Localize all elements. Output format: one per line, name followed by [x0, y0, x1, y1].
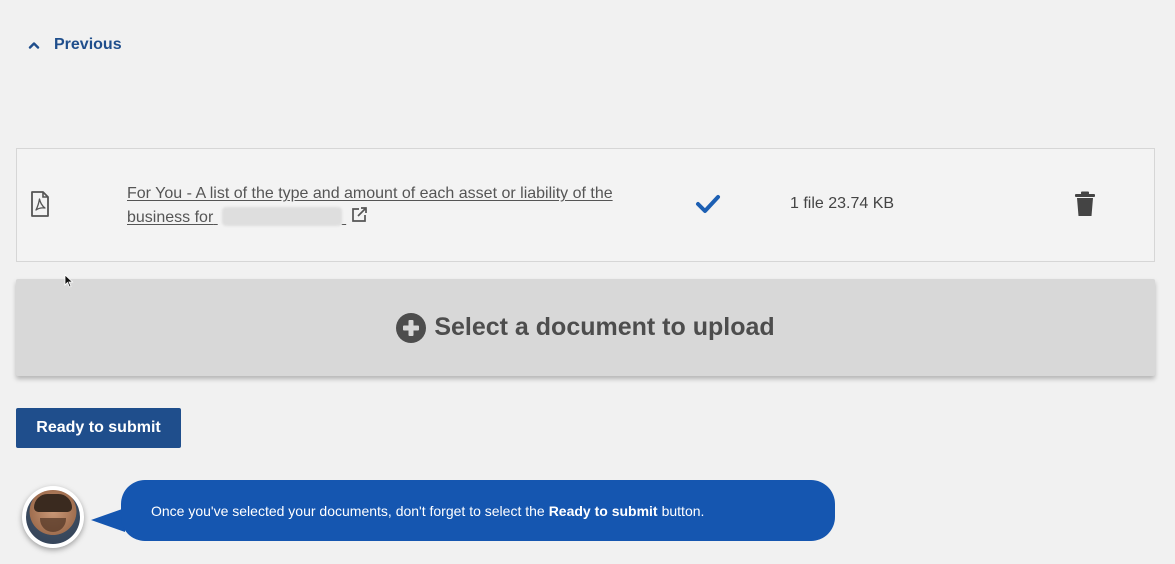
assistant-message-bubble: Once you've selected your documents, don…: [121, 480, 835, 541]
document-link-text: For You - A list of the type and amount …: [127, 185, 613, 226]
pdf-file-icon: [30, 191, 50, 222]
chevron-up-icon: [26, 37, 42, 53]
previous-label: Previous: [54, 36, 122, 53]
redacted-text: [221, 207, 342, 226]
external-link-icon: [350, 206, 368, 232]
file-info: 1 file 23.74 KB: [790, 195, 895, 212]
document-link[interactable]: For You - A list of the type and amount …: [127, 182, 667, 232]
select-document-upload-button[interactable]: Select a document to upload: [16, 279, 1155, 376]
upload-label: Select a document to upload: [434, 313, 775, 341]
assistant-avatar: [22, 486, 84, 548]
speech-bubble-tail: [91, 508, 125, 532]
message-text-after: button.: [661, 502, 705, 519]
trash-icon[interactable]: [1074, 191, 1096, 222]
checkmark-icon: [695, 193, 721, 220]
plus-circle-icon: [396, 312, 427, 343]
ready-to-submit-button[interactable]: Ready to submit: [16, 408, 181, 448]
previous-toggle[interactable]: Previous: [26, 36, 122, 54]
uploaded-document-row: For You - A list of the type and amount …: [16, 148, 1155, 262]
mouse-cursor-icon: [64, 274, 74, 293]
message-text-before: Once you've selected your documents, don…: [151, 502, 545, 519]
message-text-bold: Ready to submit: [548, 502, 658, 519]
